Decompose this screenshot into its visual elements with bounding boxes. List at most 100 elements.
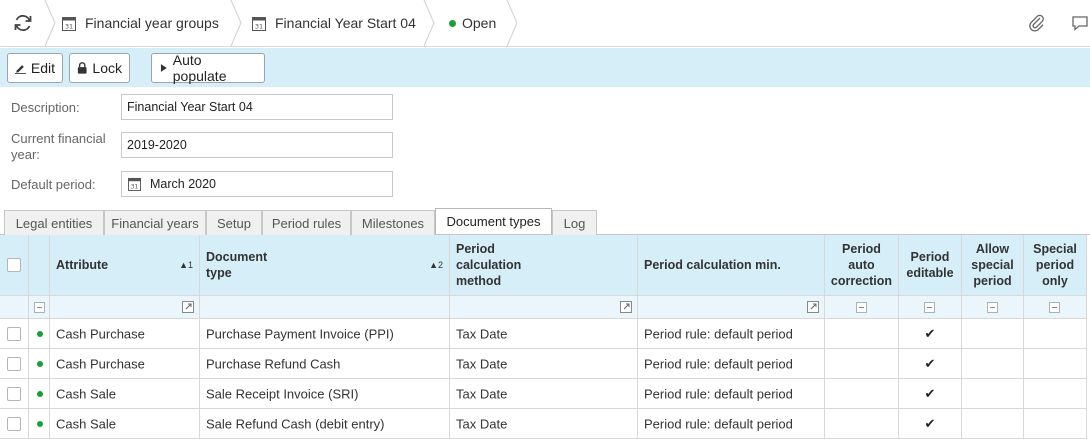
column-label: Period editable xyxy=(899,249,961,281)
status-filter[interactable] xyxy=(34,302,45,313)
filter-cell xyxy=(29,296,50,319)
table-row[interactable]: Cash Purchase Purchase Refund Cash Tax D… xyxy=(0,349,1090,379)
column-header-special-period-only[interactable]: Special period only xyxy=(1024,235,1087,296)
column-header-allow-special-period[interactable]: Allow special period xyxy=(962,235,1024,296)
status-dot xyxy=(37,360,43,367)
allow-special-filter[interactable] xyxy=(987,302,998,313)
sort-order: 1 xyxy=(187,260,193,270)
current-year-field[interactable]: 2019-2020 xyxy=(121,132,393,158)
attribute-cell: Cash Sale xyxy=(56,416,116,431)
row-checkbox[interactable] xyxy=(7,416,21,431)
tab-financial-years[interactable]: Financial years xyxy=(104,210,206,235)
column-label-line: period xyxy=(1035,258,1075,272)
table-row[interactable]: Cash Sale Sale Receipt Invoice (SRI) Tax… xyxy=(0,379,1090,409)
special-only-filter[interactable] xyxy=(1049,302,1060,313)
popout-icon[interactable] xyxy=(182,301,194,313)
tab-setup[interactable]: Setup xyxy=(206,210,262,235)
edit-label: Edit xyxy=(30,60,55,76)
column-header-period-calculation-method[interactable]: Period calculation method xyxy=(450,235,638,296)
play-icon xyxy=(160,64,167,72)
tab-label: Document types xyxy=(446,214,541,229)
check-icon: ✔ xyxy=(924,325,936,341)
breadcrumb-financial-year-start[interactable]: 31 Financial Year Start 04 xyxy=(252,0,416,46)
popout-icon[interactable] xyxy=(620,301,632,313)
default-period-label: Default period: xyxy=(11,177,96,192)
tab-legal-entities[interactable]: Legal entities xyxy=(4,210,104,235)
table-row[interactable]: Cash Sale Sale Refund Cash (debit entry)… xyxy=(0,409,1090,439)
tab-milestones[interactable]: Milestones xyxy=(351,210,435,235)
column-label: Document type xyxy=(206,249,267,281)
min-cell: Period rule: default period xyxy=(644,356,793,371)
filter-cell xyxy=(825,296,899,319)
calendar-icon: 31 xyxy=(62,16,76,31)
column-header-period-editable[interactable]: Period editable xyxy=(899,235,962,296)
period-calculation-min-filter[interactable] xyxy=(638,296,825,319)
attribute-cell: Cash Sale xyxy=(56,386,116,401)
tab-period-rules[interactable]: Period rules xyxy=(262,210,351,235)
tab-log[interactable]: Log xyxy=(552,210,597,235)
calendar-icon[interactable]: 31 xyxy=(128,177,141,191)
row-checkbox[interactable] xyxy=(7,356,21,371)
tab-label: Period rules xyxy=(271,215,342,231)
column-header-period-auto-correction[interactable]: Period auto correction xyxy=(825,235,899,296)
column-label-line: correction xyxy=(830,274,893,288)
column-header-attribute[interactable]: Attribute ▲1 xyxy=(50,235,200,296)
attribute-cell: Cash Purchase xyxy=(56,326,145,341)
breadcrumb-label: Financial year groups xyxy=(85,15,219,31)
column-label: Allow special period xyxy=(962,241,1023,289)
table-row[interactable]: Cash Purchase Purchase Payment Invoice (… xyxy=(0,319,1090,349)
attribute-filter[interactable] xyxy=(50,296,200,319)
editable-filter[interactable] xyxy=(924,302,935,313)
select-all-checkbox[interactable] xyxy=(7,258,21,272)
method-cell: Tax Date xyxy=(456,386,508,401)
filter-cell xyxy=(0,296,29,319)
auto-populate-button[interactable]: Auto populate xyxy=(151,52,265,84)
status-label: Open xyxy=(462,15,497,31)
status-dot xyxy=(449,19,456,27)
pencil-icon xyxy=(15,64,26,74)
column-header-document-type[interactable]: Document type ▲2 xyxy=(200,235,450,296)
lock-label: Lock xyxy=(92,60,122,76)
grid-filter-row xyxy=(0,296,1090,319)
breadcrumb-financial-year-groups[interactable]: 31 Financial year groups xyxy=(62,0,219,46)
period-calculation-method-filter[interactable] xyxy=(450,296,638,319)
default-period-value: March 2020 xyxy=(150,177,217,191)
check-icon: ✔ xyxy=(924,355,936,371)
current-year-value: 2019-2020 xyxy=(127,138,187,152)
paperclip-icon[interactable] xyxy=(1028,14,1046,32)
lock-button[interactable]: Lock xyxy=(69,53,130,83)
column-label-line: Document xyxy=(206,250,268,264)
column-label-line: method xyxy=(456,274,502,288)
column-label-line: editable xyxy=(906,266,954,280)
filter-cell xyxy=(1024,296,1087,319)
document-type-cell: Purchase Refund Cash xyxy=(206,356,341,371)
column-header-period-calculation-min[interactable]: Period calculation min. xyxy=(638,235,825,296)
svg-text:31: 31 xyxy=(255,22,263,30)
edit-button[interactable]: Edit xyxy=(7,53,63,83)
min-cell: Period rule: default period xyxy=(644,326,793,341)
sort-ascending-icon: ▲2 xyxy=(429,260,443,270)
column-label-line: Period xyxy=(842,242,881,256)
document-type-filter[interactable] xyxy=(200,296,450,319)
popout-icon[interactable] xyxy=(807,301,819,313)
min-cell: Period rule: default period xyxy=(644,416,793,431)
status-column-header xyxy=(29,235,50,296)
column-label-line: Period xyxy=(910,250,950,264)
refresh-icon[interactable] xyxy=(12,12,34,34)
description-field[interactable]: Financial Year Start 04 xyxy=(121,94,393,120)
default-period-field[interactable]: 31 March 2020 xyxy=(121,171,393,197)
status-dot xyxy=(37,330,43,337)
method-cell: Tax Date xyxy=(456,416,508,431)
tab-label: Financial years xyxy=(111,215,199,231)
document-type-cell: Sale Refund Cash (debit entry) xyxy=(206,416,385,431)
row-checkbox[interactable] xyxy=(7,386,21,401)
tab-document-types[interactable]: Document types xyxy=(435,208,552,234)
min-cell: Period rule: default period xyxy=(644,386,793,401)
comment-icon[interactable] xyxy=(1071,14,1089,32)
method-cell: Tax Date xyxy=(456,356,508,371)
lock-icon xyxy=(77,62,87,74)
action-bar: Edit Lock Auto populate xyxy=(0,48,1090,87)
row-checkbox[interactable] xyxy=(7,326,21,341)
auto-correction-filter[interactable] xyxy=(856,302,867,313)
description-label: Description: xyxy=(11,100,80,115)
